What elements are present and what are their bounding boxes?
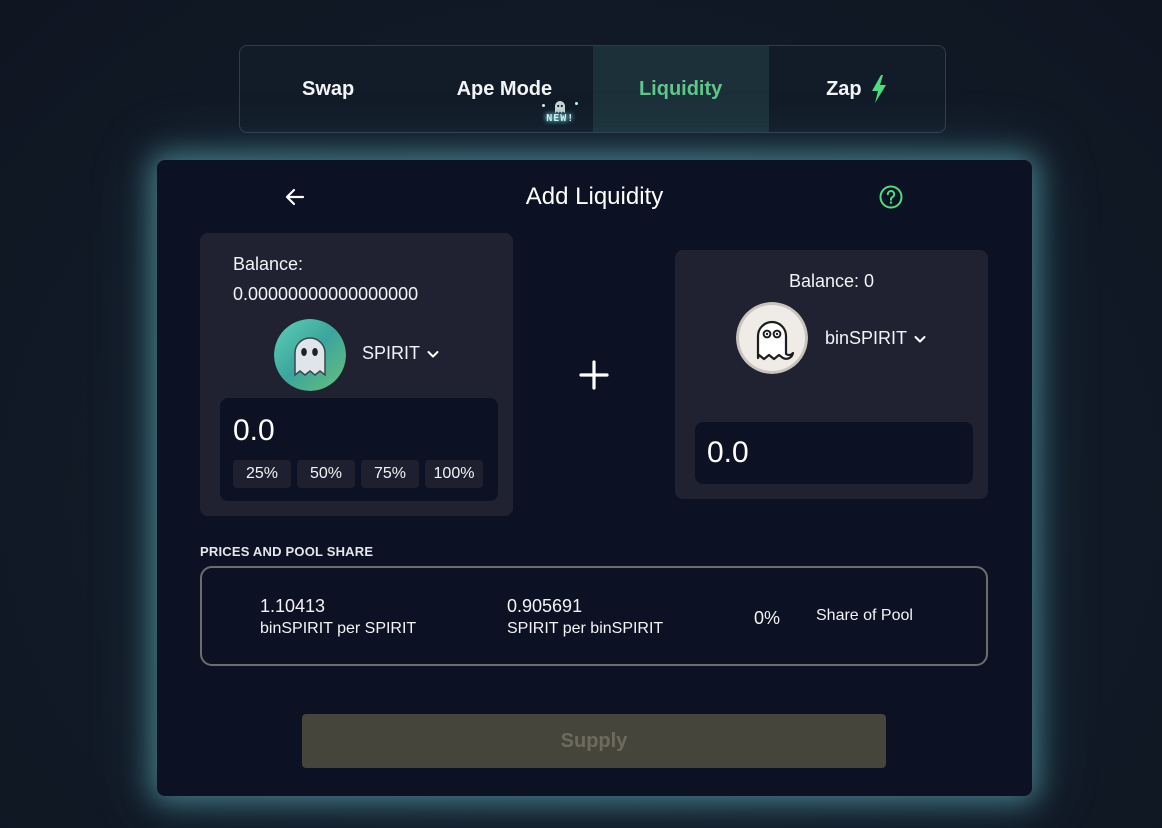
tab-liquidity[interactable]: Liquidity <box>592 46 769 132</box>
tab-ape-mode[interactable]: Ape Mode NEW! <box>416 46 592 132</box>
percent-50-button[interactable]: 50% <box>297 460 355 488</box>
pool-share-label: Share of Pool <box>816 607 913 624</box>
price-rate-1-value: 1.10413 <box>260 596 326 616</box>
token-a-balance-value: 0.00000000000000000 <box>233 284 419 304</box>
percent-button-row: 25% 50% 75% 100% <box>233 460 483 488</box>
price-rate-2-label: SPIRIT per binSPIRIT <box>507 620 664 637</box>
price-rate-1: 1.10413 binSPIRIT per SPIRIT <box>260 594 416 640</box>
chevron-down-icon <box>913 332 927 346</box>
token-b-balance-label: Balance: 0 <box>788 271 875 291</box>
chevron-down-icon <box>426 347 440 361</box>
tab-swap-label: Swap <box>302 77 355 100</box>
tab-zap[interactable]: Zap <box>769 46 945 132</box>
lightning-bolt-icon <box>870 75 888 103</box>
plus-icon <box>579 360 609 390</box>
percent-25-button[interactable]: 25% <box>233 460 291 488</box>
token-b-name: binSPIRIT <box>825 328 908 348</box>
tab-liquidity-label: Liquidity <box>638 77 723 100</box>
binspirit-token-logo <box>736 302 808 374</box>
price-rate-1-label: binSPIRIT per SPIRIT <box>260 620 417 637</box>
token-a-name: SPIRIT <box>362 343 421 363</box>
tab-ape-mode-label: Ape Mode <box>456 77 553 100</box>
prices-heading: PRICES AND POOL SHARE <box>200 544 374 559</box>
mode-tabbar: Swap Ape Mode NEW! Liquidity Zap <box>239 45 946 133</box>
tab-zap-label: Zap <box>826 77 862 100</box>
token-b-selector[interactable]: binSPIRIT <box>825 328 927 349</box>
tab-swap[interactable]: Swap <box>240 46 416 132</box>
new-badge-label: NEW! <box>546 113 575 124</box>
token-a-amount-input[interactable] <box>233 411 483 451</box>
token-b-panel: Balance: 0 binSPIRIT <box>675 250 988 499</box>
pool-share-value: 0% <box>754 608 781 628</box>
price-rate-2: 0.905691 SPIRIT per binSPIRIT <box>507 594 663 640</box>
prices-box: 1.10413 binSPIRIT per SPIRIT 0.905691 SP… <box>200 566 988 666</box>
price-rate-2-value: 0.905691 <box>507 596 583 616</box>
new-badge: NEW! <box>540 98 580 128</box>
token-a-balance-label: Balance: <box>233 254 304 274</box>
token-a-amount-box: 25% 50% 75% 100% <box>220 398 498 501</box>
supply-button[interactable]: Supply <box>302 714 886 768</box>
spirit-token-logo <box>274 319 346 391</box>
token-b-amount-box <box>695 422 973 484</box>
percent-75-button[interactable]: 75% <box>361 460 419 488</box>
percent-100-button[interactable]: 100% <box>425 460 483 488</box>
token-a-panel: Balance: 0.00000000000000000 SPIRIT 0.0 … <box>200 233 513 516</box>
token-a-selector[interactable]: SPIRIT <box>362 343 440 364</box>
question-circle-icon[interactable] <box>878 184 904 210</box>
add-liquidity-card: Add Liquidity Balance: 0.000000000000000… <box>157 160 1032 796</box>
token-b-amount-input[interactable] <box>707 433 957 473</box>
